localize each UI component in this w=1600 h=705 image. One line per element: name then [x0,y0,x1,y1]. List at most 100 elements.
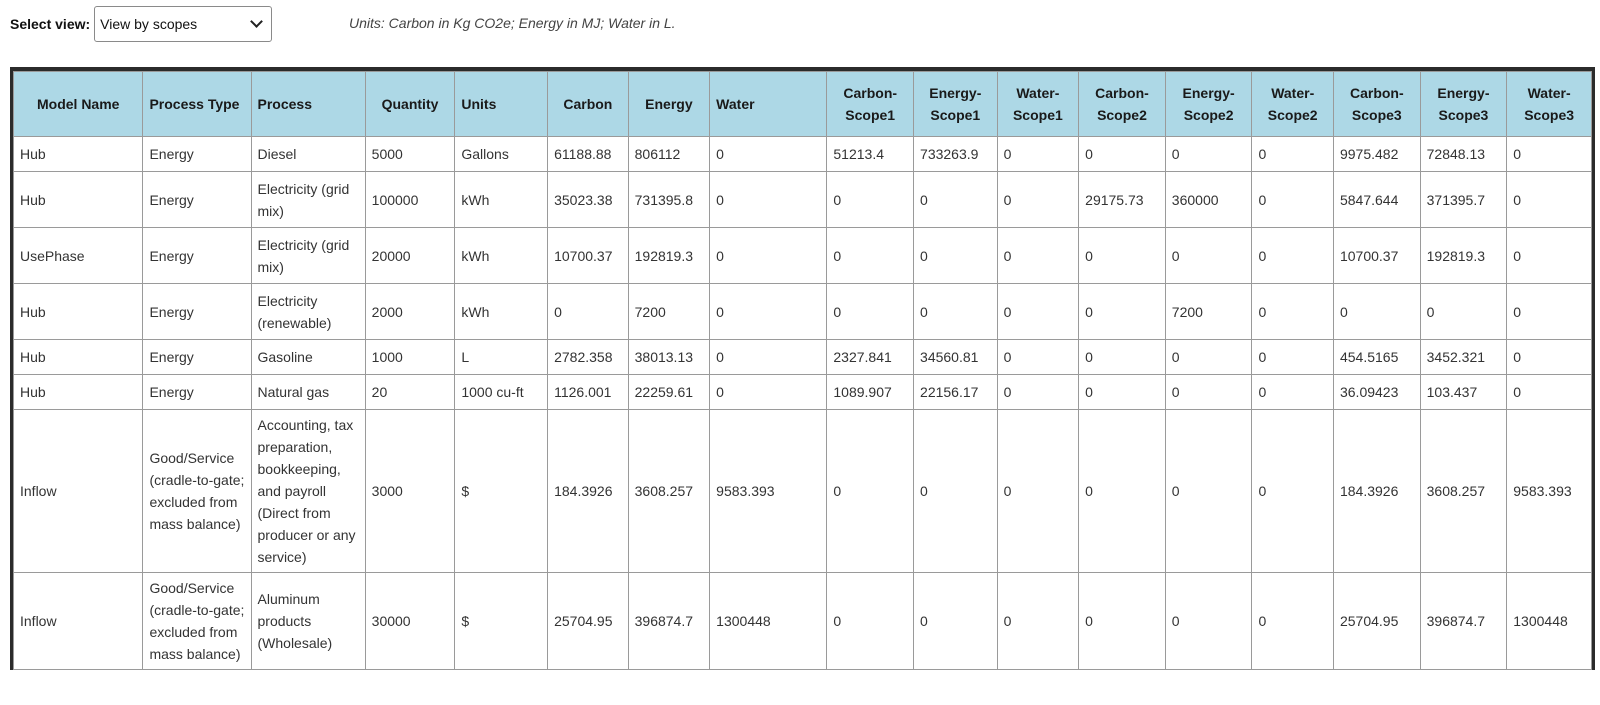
table-cell: 1000 [364,339,456,375]
column-header: Process [250,71,366,137]
column-header: Carbon-Scope1 [826,71,915,137]
table-cell: 34560.81 [913,339,998,375]
table-cell: 0 [1251,283,1334,340]
table-cell: 7200 [1164,283,1253,340]
table-cell: Inflow [12,572,144,670]
select-view-label: Select view: [10,16,91,32]
table-cell: 72848.13 [1419,136,1508,172]
table-cell: 0 [1078,136,1166,172]
table-cell: 1300448 [1506,572,1592,670]
table-cell: 0 [1251,136,1334,172]
table-cell: Energy [142,171,252,228]
column-header: Water-Scope2 [1251,71,1334,137]
table-cell: 0 [1164,227,1253,284]
table-cell: Energy [142,339,252,375]
table-cell: 3452.321 [1419,339,1508,375]
table-cell: Aluminum products (Wholesale) [250,572,366,670]
table-cell: Accounting, tax preparation, bookkeeping… [250,409,366,573]
table-cell: 0 [709,339,828,375]
table-cell: 733263.9 [913,136,998,172]
table-cell: Electricity (grid mix) [250,227,366,284]
table-cell: 0 [996,283,1080,340]
table-cell: kWh [454,283,549,340]
table-cell: 25704.95 [547,572,629,670]
table-cell: 100000 [364,171,456,228]
table-cell: 10700.37 [547,227,629,284]
table-cell: 184.3926 [547,409,629,573]
table-cell: Hub [12,136,144,172]
table-cell: 9975.482 [1332,136,1421,172]
table-cell: 0 [1251,374,1334,410]
table-cell: 0 [913,171,998,228]
table-cell: 0 [1506,339,1592,375]
table-row: Hub Energy Gasoline 1000 L 2782.358 3801… [12,339,1592,375]
table-cell: 0 [1251,572,1334,670]
table-cell: Energy [142,283,252,340]
table-cell: Hub [12,283,144,340]
column-header: Energy [627,71,711,137]
table-cell: 0 [709,374,828,410]
table-cell: 20000 [364,227,456,284]
table-cell: 10700.37 [1332,227,1421,284]
table-cell: L [454,339,549,375]
table-cell: 0 [1078,283,1166,340]
table-cell: Energy [142,374,252,410]
table-cell: 0 [913,227,998,284]
table-cell: 61188.88 [547,136,629,172]
results-table: Model Name Process Type Process Quantity… [12,71,1592,670]
table-row: Hub Energy Electricity (renewable) 2000 … [12,283,1592,340]
table-cell: 22156.17 [913,374,998,410]
table-cell: 454.5165 [1332,339,1421,375]
table-cell: 2327.841 [826,339,915,375]
table-cell: kWh [454,227,549,284]
table-row: Inflow Good/Service (cradle-to-gate; exc… [12,572,1592,670]
table-cell: 5000 [364,136,456,172]
table-cell: 1300448 [709,572,828,670]
table-cell: Diesel [250,136,366,172]
table-cell: Inflow [12,409,144,573]
column-header: Water [709,71,828,137]
table-cell: 396874.7 [627,572,711,670]
column-header: Carbon-Scope2 [1078,71,1166,137]
table-cell: 184.3926 [1332,409,1421,573]
table-cell: 192819.3 [627,227,711,284]
table-cell: 35023.38 [547,171,629,228]
view-select-dropdown[interactable]: View by scopes [94,6,273,42]
table-cell: 2782.358 [547,339,629,375]
table-cell: 20 [364,374,456,410]
table-cell: 0 [547,283,629,340]
table-cell: 0 [996,374,1080,410]
table-cell: 3000 [364,409,456,573]
table-row: Hub Energy Electricity (grid mix) 100000… [12,171,1592,228]
table-cell: 192819.3 [1419,227,1508,284]
column-header: Energy-Scope3 [1419,71,1508,137]
table-cell: 0 [826,227,915,284]
table-row: Inflow Good/Service (cradle-to-gate; exc… [12,409,1592,573]
table-cell: Electricity (grid mix) [250,171,366,228]
table-row: Hub Energy Diesel 5000 Gallons 61188.88 … [12,136,1592,172]
table-cell: 0 [1251,227,1334,284]
results-table-container: Model Name Process Type Process Quantity… [10,67,1595,670]
table-cell: Natural gas [250,374,366,410]
chevron-down-icon [250,15,264,28]
column-header: Carbon-Scope3 [1332,71,1421,137]
table-cell: Hub [12,339,144,375]
table-cell: Energy [142,227,252,284]
table-cell: 51213.4 [826,136,915,172]
table-cell: 0 [1419,283,1508,340]
table-cell: 0 [1078,409,1166,573]
table-cell: 0 [1078,339,1166,375]
table-cell: UsePhase [12,227,144,284]
table-cell: 0 [1251,409,1334,573]
table-cell: 0 [1251,339,1334,375]
column-header: Carbon [547,71,629,137]
units-note: Units: Carbon in Kg CO2e; Energy in MJ; … [349,15,676,31]
table-cell: 0 [996,171,1080,228]
table-cell: 0 [913,283,998,340]
table-cell: 38013.13 [627,339,711,375]
table-cell: 22259.61 [627,374,711,410]
table-cell: Gallons [454,136,549,172]
table-cell: 9583.393 [1506,409,1592,573]
table-cell: 371395.7 [1419,171,1508,228]
table-cell: 1089.907 [826,374,915,410]
